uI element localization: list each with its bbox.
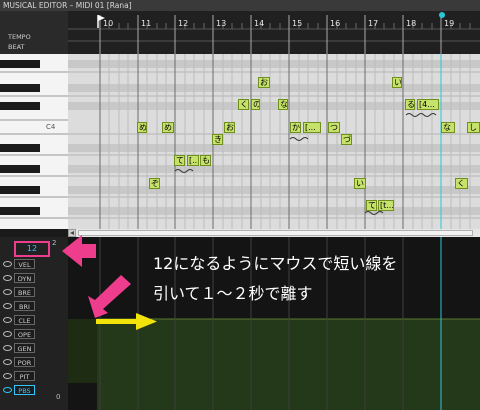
ruler-label-panel: TEMPO BEAT [0, 11, 68, 54]
bar-label-12: 12 [178, 19, 189, 28]
scroll-left-arrow-icon[interactable] [68, 229, 76, 237]
param-ope-button[interactable]: OPE [14, 329, 35, 339]
por-visibility-eye-icon[interactable] [3, 359, 12, 365]
bar-label-15: 15 [292, 19, 303, 28]
timeline-ruler[interactable]: 10 11 12 13 14 15 16 17 18 19 [68, 11, 480, 54]
bar-label-19: 19 [444, 19, 455, 28]
bar-label-16: 16 [330, 19, 341, 28]
note-block[interactable]: て [174, 155, 185, 166]
playhead-handle-icon[interactable] [438, 11, 446, 19]
note-block[interactable]: き [212, 134, 223, 145]
horizontal-scrollbar[interactable] [68, 229, 480, 237]
note-block[interactable]: も [200, 155, 211, 166]
note-block[interactable]: い [392, 77, 402, 88]
param-pbs-button[interactable]: PBS [14, 385, 35, 395]
parameter-value-box[interactable]: 12 [14, 241, 50, 257]
note-block[interactable]: [... [303, 122, 321, 133]
note-block[interactable]: い [354, 178, 366, 189]
note-block[interactable]: の [251, 99, 260, 110]
note-block[interactable]: め [162, 122, 174, 133]
param-vel-button[interactable]: VEL [14, 259, 35, 269]
piano-keys [0, 60, 68, 219]
beat-label: BEAT [8, 43, 25, 51]
note-block[interactable]: く [455, 178, 468, 189]
note-block[interactable]: し [467, 122, 480, 133]
window-title: MUSICAL EDITOR – MIDI 01 [Rana] [0, 0, 480, 11]
param-dyn-button[interactable]: DYN [14, 273, 35, 283]
bar-label-17: 17 [368, 19, 379, 28]
note-block[interactable]: く [238, 99, 249, 110]
bar-label-18: 18 [406, 19, 417, 28]
param-por-button[interactable]: POR [14, 357, 35, 367]
note-block[interactable]: [4... [417, 99, 439, 110]
bre-visibility-eye-icon[interactable] [3, 289, 12, 295]
scale-bottom-value: 0 [56, 393, 61, 401]
c4-key-label: C4 [46, 123, 56, 131]
param-bre-button[interactable]: BRE [14, 287, 35, 297]
note-block[interactable]: か [290, 122, 301, 133]
bar-label-11: 11 [141, 19, 152, 28]
bar-label-13: 13 [216, 19, 227, 28]
param-cle-button[interactable]: CLE [14, 315, 35, 325]
dyn-visibility-eye-icon[interactable] [3, 275, 12, 281]
param-gen-button[interactable]: GEN [14, 343, 35, 353]
ope-visibility-eye-icon[interactable] [3, 331, 12, 337]
note-block[interactable]: づ [341, 134, 352, 145]
note-block[interactable]: て [366, 200, 377, 211]
note-block[interactable]: お [258, 77, 270, 88]
note-block[interactable]: な [441, 122, 455, 133]
vel-visibility-eye-icon[interactable] [3, 261, 12, 267]
param-bri-button[interactable]: BRI [14, 301, 35, 311]
parameter-panel: 12 2 0 VEL DYN BRE BRI CLE OPE GEN POR P… [0, 237, 68, 410]
note-block[interactable]: つ [328, 122, 340, 133]
cle-visibility-eye-icon[interactable] [3, 317, 12, 323]
pbs-visibility-eye-icon[interactable] [3, 387, 12, 393]
note-block[interactable]: お [224, 122, 235, 133]
note-block[interactable]: [... [187, 155, 199, 166]
piano-roll-grid[interactable]: お い く の な る [4... め め お か [... つ な し き づ… [68, 54, 480, 229]
pit-visibility-eye-icon[interactable] [3, 373, 12, 379]
ruler-ticks [68, 15, 480, 54]
note-block[interactable]: ぞ [149, 178, 160, 189]
bri-visibility-eye-icon[interactable] [3, 303, 12, 309]
tempo-label: TEMPO [8, 33, 31, 41]
note-block[interactable]: [t... [378, 200, 394, 211]
param-pit-button[interactable]: PIT [14, 371, 35, 381]
note-block[interactable]: な [278, 99, 288, 110]
note-block[interactable]: め [137, 122, 147, 133]
grid-lines [68, 54, 480, 229]
gen-visibility-eye-icon[interactable] [3, 345, 12, 351]
scroll-thumb[interactable] [78, 230, 473, 236]
note-block[interactable]: る [405, 99, 415, 110]
playback-start-marker-icon[interactable] [95, 14, 109, 28]
annotation-line-2: 引いて１〜２秒で離す [153, 284, 313, 303]
piano-keyboard[interactable]: C4 [0, 54, 68, 229]
bar-label-14: 14 [254, 19, 265, 28]
annotation-line-1: 12になるようにマウスで短い線を [153, 254, 398, 273]
scale-top-value: 2 [52, 239, 57, 247]
